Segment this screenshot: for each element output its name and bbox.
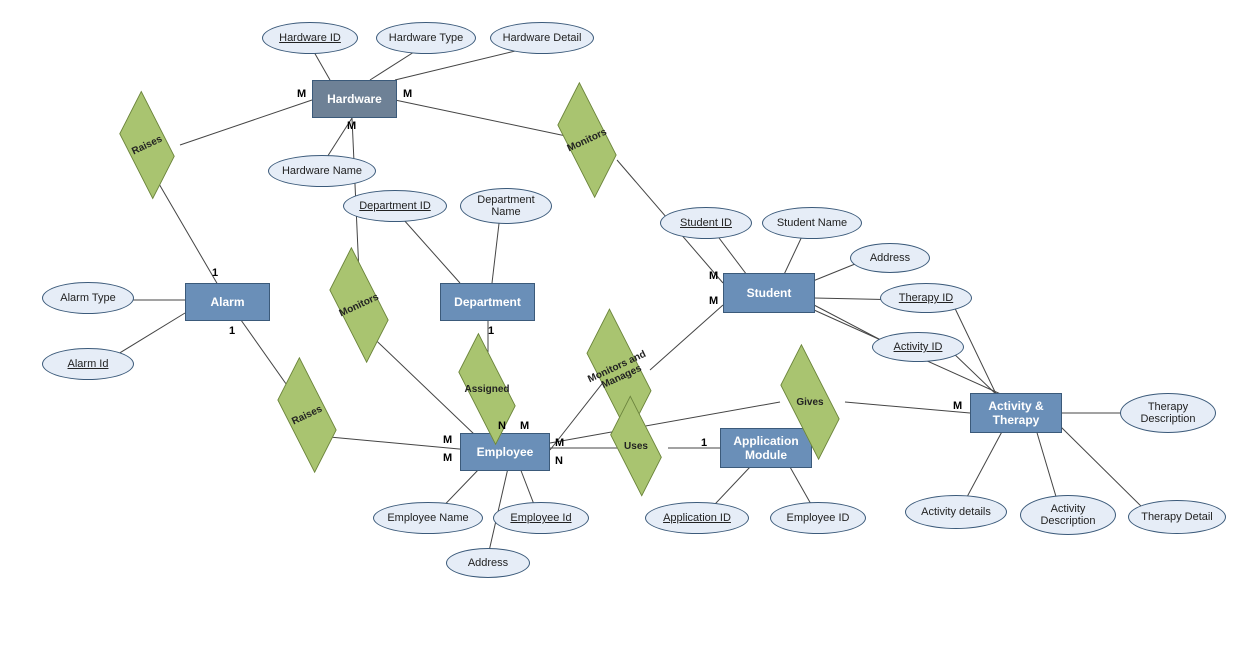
attr-employee-id-app: Employee ID — [770, 502, 866, 534]
card-alarm-raises-hw: 1 — [212, 267, 218, 279]
card-alarm-raises-emp: 1 — [229, 325, 235, 337]
attr-student-name: Student Name — [762, 207, 862, 239]
relation-monitors-emp-hw: Monitors — [320, 282, 398, 328]
entity-activity-therapy: Activity & Therapy — [970, 393, 1062, 433]
entity-employee: Employee — [460, 433, 550, 471]
attr-application-id: Application ID — [645, 502, 749, 534]
attr-hardware-type: Hardware Type — [376, 22, 476, 54]
entity-alarm: Alarm — [185, 283, 270, 321]
attr-address-emp: Address — [446, 548, 530, 578]
card-stu-monitors: M — [709, 270, 718, 282]
er-connections — [0, 0, 1237, 648]
card-emp-monitors: M — [443, 434, 452, 446]
attr-alarm-type: Alarm Type — [42, 282, 134, 314]
attr-department-id: Department ID — [343, 190, 447, 222]
attr-activity-desc: Activity Description — [1020, 495, 1116, 535]
attr-therapy-desc: Therapy Description — [1120, 393, 1216, 433]
attr-alarm-id: Alarm Id — [42, 348, 134, 380]
entity-department: Department — [440, 283, 535, 321]
card-emp-raises: M — [443, 452, 452, 464]
attr-hardware-id: Hardware ID — [262, 22, 358, 54]
attr-employee-id: Employee Id — [493, 502, 589, 534]
attr-department-name: Department Name — [460, 188, 552, 224]
card-act-gives: M — [953, 400, 962, 412]
relation-gives: Gives — [770, 380, 850, 424]
attr-employee-name: Employee Name — [373, 502, 483, 534]
attr-activity-details: Activity details — [905, 495, 1007, 529]
card-hw-monitors-emp: M — [347, 120, 356, 132]
card-hw-raises: M — [297, 88, 306, 100]
relation-assigned: Assigned — [448, 368, 526, 410]
card-app-uses: 1 — [701, 437, 707, 449]
card-emp-manages: M — [520, 420, 529, 432]
attr-student-id: Student ID — [660, 207, 752, 239]
attr-activity-id-stu: Activity ID — [872, 332, 964, 362]
attr-hardware-detail: Hardware Detail — [490, 22, 594, 54]
card-hw-monitors-stu: M — [403, 88, 412, 100]
relation-raises-hw: Raises — [112, 122, 182, 168]
card-emp-assigned: N — [498, 420, 506, 432]
relation-monitors-hw-stu: Monitors — [548, 117, 626, 163]
card-dept-assigned: 1 — [488, 325, 494, 337]
attr-hardware-name: Hardware Name — [268, 155, 376, 187]
card-emp-gives: M — [555, 437, 564, 449]
card-stu-manages: M — [709, 295, 718, 307]
relation-uses: Uses — [603, 425, 669, 467]
entity-student: Student — [723, 273, 815, 313]
entity-hardware: Hardware — [312, 80, 397, 118]
attr-therapy-id-stu: Therapy ID — [880, 283, 972, 313]
relation-raises-emp: Raises — [268, 392, 346, 438]
attr-address-stu: Address — [850, 243, 930, 273]
attr-therapy-detail: Therapy Detail — [1128, 500, 1226, 534]
card-emp-uses: N — [555, 455, 563, 467]
entity-application-module: Application Module — [720, 428, 812, 468]
relation-monitors-manages: Monitors and Manages — [575, 348, 663, 396]
